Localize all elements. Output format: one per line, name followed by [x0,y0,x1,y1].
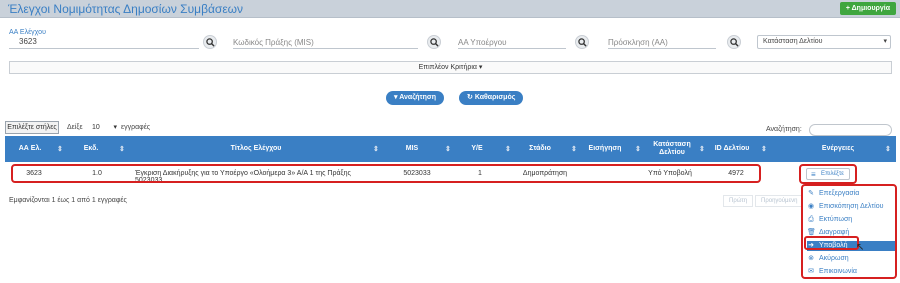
menu-item-label: Επισκόπηση Δελτίου [819,203,884,210]
submit-highlight [804,236,859,250]
menu-item-preview[interactable]: ◉ Επισκόπηση Δελτίου [807,202,895,212]
pager-previous[interactable]: Προηγούμενη [755,195,804,207]
eye-icon: ◉ [807,203,815,210]
edit-icon: ✎ [808,190,814,197]
col-mis[interactable]: MIS [387,136,437,162]
mis-field[interactable]: Κωδικός Πράξης (MIS) [233,35,418,49]
aa-field[interactable]: 3623 [9,35,199,49]
search-button-label: Αναζήτηση [399,94,436,101]
col-version[interactable]: Εκδ. [71,136,111,162]
col-status[interactable]: Κατάσταση Δελτίου [647,136,697,162]
new-button[interactable]: + Δημιουργία [839,2,896,15]
sort-icon[interactable]: ⇕ [699,145,705,153]
clear-button[interactable]: ↻ Καθαρισμός [459,91,524,105]
search-icon [430,38,439,47]
search-icon [730,38,739,47]
status-select[interactable]: Κατάσταση Δελτίου ▾ [757,35,891,49]
search-icon [206,38,215,47]
menu-item-print[interactable]: ⎙ Εκτύπωση [807,215,895,225]
extra-criteria-label: Επιπλέον Κριτήρια ▾ [418,64,483,71]
clear-button-label: Καθαρισμός [474,94,516,101]
table-search-label: Αναζήτηση: [766,126,802,133]
print-icon: ⎙ [808,216,814,223]
cursor-icon: ↖ [856,242,865,253]
choose-columns-label: Επιλέξτε στήλες [7,124,57,131]
menu-item-label: Εκτύπωση [819,216,853,223]
col-subproject[interactable]: Υ/Ε [457,136,497,162]
search-icon [578,38,587,47]
chevron-down-icon: ▾ [113,124,117,131]
sort-icon[interactable]: ⇕ [373,145,379,153]
menu-item-contact[interactable]: ✉ Επικοινωνία [807,267,895,277]
title-bar: Έλεγχοι Νομιμότητας Δημοσίων Συμβάσεων +… [0,0,900,18]
chevron-down-icon: ▾ [883,38,887,45]
page-title: Έλεγχοι Νομιμότητας Δημοσίων Συμβάσεων [8,2,244,16]
actions-dropdown-menu: ✎ Επεξεργασία ◉ Επισκόπηση Δελτίου ⎙ Εκτ… [801,184,897,279]
mis-placeholder: Κωδικός Πράξης (MIS) [233,38,314,47]
sort-icon[interactable]: ⇕ [445,145,451,153]
show-label: Δείξε [67,124,83,131]
sort-icon[interactable]: ⇕ [119,145,125,153]
col-id[interactable]: ID Δελτίου [705,136,759,162]
row-actions-label: Επιλέξτε [821,171,844,177]
subproject-search-button[interactable] [575,35,589,49]
aa-search-button[interactable] [203,35,217,49]
menu-item-label: Διαγραφή [819,229,850,236]
subproject-field[interactable]: ΑΑ Υποέργου [458,35,566,49]
row-actions-button[interactable]: ≡ Επιλέξτε [806,168,850,180]
aa-value: 3623 [19,37,37,46]
sort-icon[interactable]: ⇕ [57,145,63,153]
entries-label: εγγραφές [121,124,151,131]
col-title[interactable]: Τίτλος Ελέγχου [131,136,381,162]
sort-icon[interactable]: ⇕ [761,145,767,153]
table-header: ΑΑ Ελ. ⇕ Εκδ. ⇕ Τίτλος Ελέγχου ⇕ MIS ⇕ Υ… [5,136,896,162]
menu-item-label: Επεξεργασία [819,190,860,197]
col-recommendation[interactable]: Εισήγηση [575,136,635,162]
extra-criteria-toggle[interactable]: Επιπλέον Κριτήρια ▾ [9,61,892,74]
table-info: Εμφανίζονται 1 έως 1 από 1 εγγραφές [9,197,127,204]
invitation-placeholder: Πρόσκληση (ΑΑ) [608,38,668,47]
menu-item-label: Επικοινωνία [819,268,857,275]
sort-icon[interactable]: ⇕ [635,145,641,153]
mail-icon: ✉ [808,268,814,275]
menu-item-cancel[interactable]: ⊗ Ακύρωση [807,254,895,264]
col-actions[interactable]: Ενέργειες [795,136,881,162]
choose-columns-button[interactable]: Επιλέξτε στήλες [5,121,59,134]
menu-item-edit[interactable]: ✎ Επεξεργασία [807,189,895,199]
sort-icon[interactable]: ⇕ [505,145,511,153]
status-select-label: Κατάσταση Δελτίου [763,38,823,45]
menu-item-label: Ακύρωση [819,255,849,262]
mis-search-button[interactable] [427,35,441,49]
invitation-search-button[interactable] [727,35,741,49]
col-stage[interactable]: Στάδιο [515,136,565,162]
refresh-icon: ↻ [467,94,475,101]
sort-icon[interactable]: ⇕ [885,145,891,153]
col-aa[interactable]: ΑΑ Ελ. [5,136,55,162]
page-size-select[interactable]: 10 ▾ [90,122,118,133]
search-button[interactable]: ▾ Αναζήτηση [386,91,444,105]
row-highlight [11,164,761,183]
new-button-label: Δημιουργία [851,5,890,12]
subproject-placeholder: ΑΑ Υποέργου [458,38,507,47]
page-size-value: 10 [92,124,100,131]
pager-first[interactable]: Πρώτη [723,195,754,207]
table-search-input[interactable] [809,124,892,136]
invitation-field[interactable]: Πρόσκληση (ΑΑ) [608,35,716,49]
menu-icon: ≡ [811,170,816,179]
cancel-icon: ⊗ [808,255,814,262]
